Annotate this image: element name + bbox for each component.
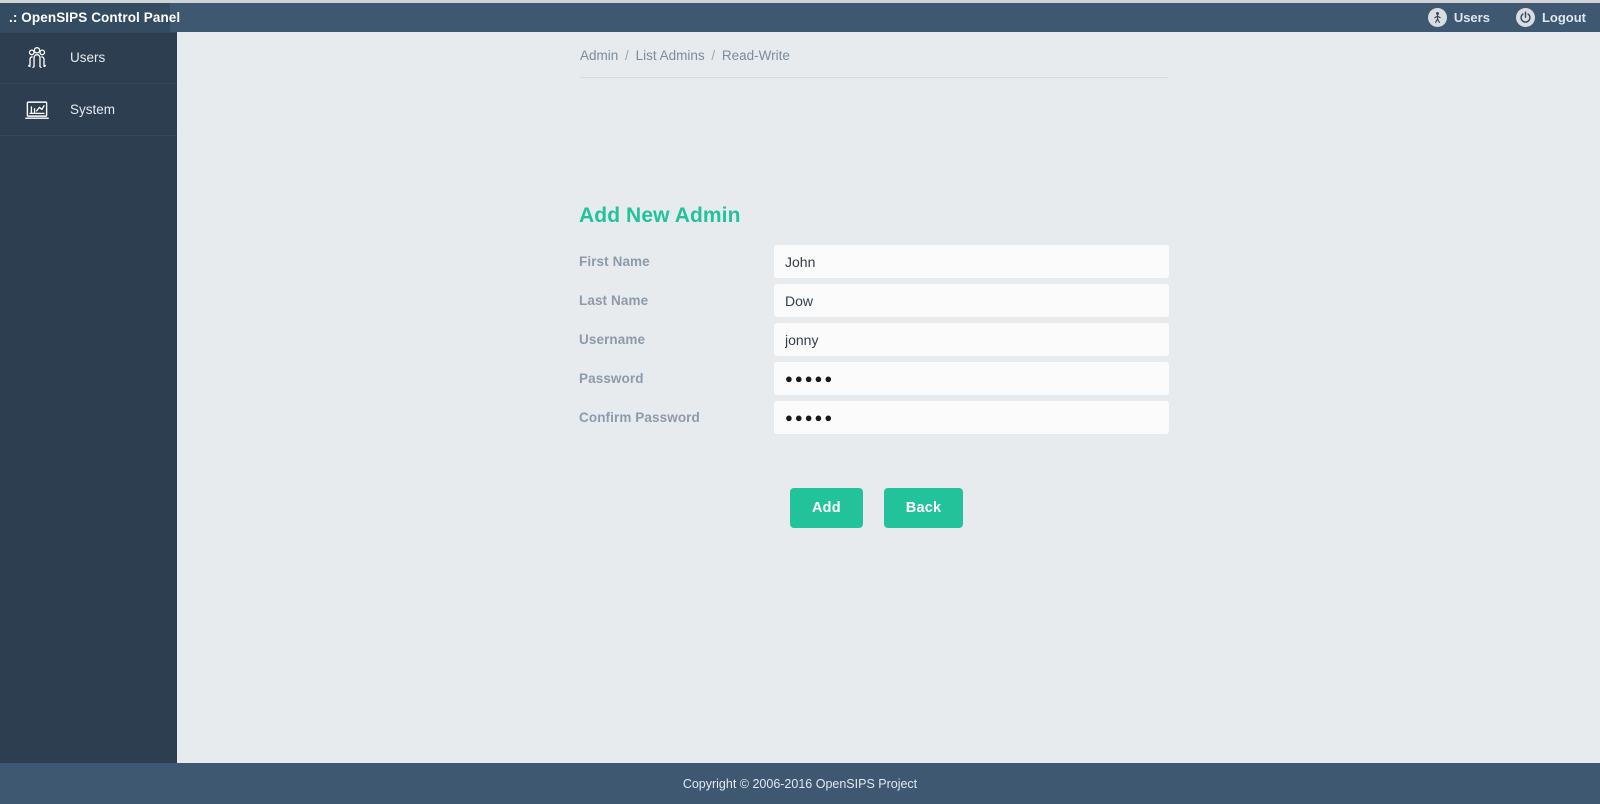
users-group-icon [22,43,52,73]
sidebar-item-system[interactable]: System [0,84,177,136]
first-name-label: First Name [579,254,650,269]
password-input[interactable] [774,362,1169,395]
breadcrumb-separator: / [711,48,716,63]
app-brand-title: .: OpenSIPS Control Panel [0,3,180,32]
breadcrumb-item-list-admins[interactable]: List Admins [636,48,705,63]
breadcrumb: Admin / List Admins / Read-Write [580,48,1168,78]
header-logout-link[interactable]: Logout [1515,8,1586,27]
form-row-first-name: First Name [579,245,1169,278]
power-icon [1515,8,1535,27]
sidebar-item-label: System [70,101,116,117]
last-name-label: Last Name [579,293,649,308]
header-logout-label: Logout [1541,10,1586,25]
form-row-last-name: Last Name [579,284,1169,317]
header-users-label: Users [1453,10,1490,25]
header-actions: Users Logout [1427,3,1586,32]
breadcrumb-item-admin[interactable]: Admin [580,48,618,63]
breadcrumb-item-read-write[interactable]: Read-Write [722,48,790,63]
form-row-username: Username [579,323,1169,356]
confirm-password-input[interactable] [774,401,1169,434]
username-input[interactable] [774,323,1169,356]
sidebar-item-users[interactable]: Users [0,32,177,84]
add-button[interactable]: Add [790,488,863,528]
monitor-chart-icon [22,95,52,125]
add-admin-form: First Name Last Name Username Password C… [579,245,1169,440]
sidebar-item-label: Users [70,50,106,66]
first-name-input[interactable] [774,245,1169,278]
breadcrumb-separator: / [625,48,629,63]
footer: Copyright © 2006-2016 OpenSIPS Project [0,763,1600,804]
app-root: .: OpenSIPS Control Panel Users Logout U… [0,0,1600,804]
sidebar: Users System [0,32,177,763]
person-icon [1427,8,1447,27]
form-row-password: Password [579,362,1169,395]
username-label: Username [579,332,646,347]
page-title: Add New Admin [579,204,741,227]
password-label: Password [579,371,644,386]
form-actions: Add Back [790,488,964,528]
top-header-bar: .: OpenSIPS Control Panel Users Logout [0,3,1600,32]
form-row-confirm-password: Confirm Password [579,401,1169,434]
main-content: Admin / List Admins / Read-Write Add New… [177,32,1600,763]
footer-copyright: Copyright © 2006-2016 OpenSIPS Project [682,776,918,791]
back-button[interactable]: Back [883,488,964,528]
last-name-input[interactable] [774,284,1169,317]
header-users-link[interactable]: Users [1427,8,1490,27]
confirm-password-label: Confirm Password [579,410,700,425]
